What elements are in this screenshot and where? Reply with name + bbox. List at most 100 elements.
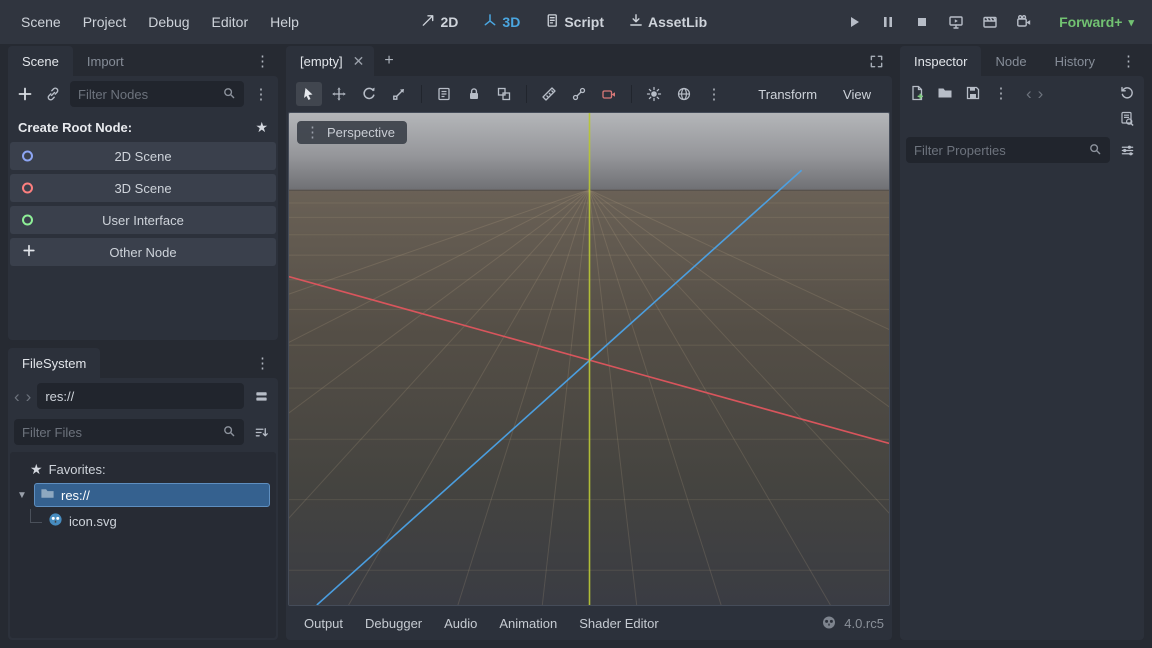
display-mode-toggle-icon[interactable] <box>250 385 272 407</box>
pause-button[interactable] <box>875 9 901 35</box>
filter-properties-input[interactable]: Filter Properties <box>906 137 1110 163</box>
ruler-tool-icon[interactable] <box>536 82 562 106</box>
inspector-docs-row <box>900 108 1144 132</box>
3d-scene-node-icon <box>22 183 33 194</box>
skeleton-bone-icon[interactable] <box>566 82 592 106</box>
sort-files-icon[interactable] <box>250 421 272 443</box>
scene-dock-menu-icon[interactable]: ⋮ <box>247 46 278 76</box>
scene-tree-menu-icon[interactable]: ⋮ <box>250 83 272 105</box>
scale-tool-button[interactable] <box>386 82 412 106</box>
sun-environment-menu-dots[interactable]: ⋮ <box>701 82 727 106</box>
search-icon <box>1088 142 1102 159</box>
bottom-tab-output[interactable]: Output <box>294 611 353 636</box>
menu-help[interactable]: Help <box>259 9 310 35</box>
bottom-panel-bar: Output Debugger Audio Animation Shader E… <box>286 606 892 640</box>
edit-back-icon[interactable]: ‹ <box>1026 85 1032 102</box>
version-info[interactable]: 4.0.rc5 <box>821 614 884 633</box>
bottom-tab-audio[interactable]: Audio <box>434 611 487 636</box>
favorites-star-icon: ★ <box>30 461 43 478</box>
favorites-row[interactable]: ★ Favorites: <box>12 456 274 482</box>
stop-button[interactable] <box>909 9 935 35</box>
play-button[interactable] <box>841 9 867 35</box>
resource-menu-dots-icon[interactable]: ⋮ <box>990 82 1012 104</box>
view-menu[interactable]: View <box>832 83 882 106</box>
load-resource-folder-icon[interactable] <box>934 82 956 104</box>
tab-inspector[interactable]: Inspector <box>900 46 981 76</box>
rotate-tool-button[interactable] <box>356 82 382 106</box>
menu-editor[interactable]: Editor <box>201 9 260 35</box>
inspector-dock-menu-icon[interactable]: ⋮ <box>1113 46 1144 76</box>
bottom-tab-shader-editor[interactable]: Shader Editor <box>569 611 669 636</box>
2d-scene-node-icon <box>22 151 33 162</box>
favorites-star-icon[interactable]: ★ <box>255 119 268 136</box>
history-forward-icon[interactable]: › <box>26 388 32 405</box>
scene-tab-empty[interactable]: [empty] ✕ <box>286 46 374 76</box>
new-resource-icon[interactable] <box>906 82 928 104</box>
filter-nodes-input[interactable]: Filter Nodes <box>70 81 244 107</box>
selected-folder-row[interactable]: res:// <box>34 483 270 507</box>
list-select-tool-button[interactable] <box>431 82 457 106</box>
object-history-icon[interactable] <box>1116 82 1138 104</box>
filter-files-input[interactable]: Filter Files <box>14 419 244 445</box>
filesystem-nav-row: ‹ › res:// <box>8 378 278 414</box>
new-scene-tab-button[interactable]: + <box>374 46 403 76</box>
workspace-assetlib-button[interactable]: AssetLib <box>619 8 716 36</box>
preview-environment-icon[interactable] <box>671 82 697 106</box>
camera-override-icon[interactable] <box>596 82 622 106</box>
perspective-menu-button[interactable]: ⋮ Perspective <box>297 121 407 144</box>
lock-icon[interactable] <box>461 82 487 106</box>
menu-project[interactable]: Project <box>72 9 138 35</box>
edit-forward-icon[interactable]: › <box>1038 85 1044 102</box>
expand-viewport-icon[interactable] <box>861 46 892 76</box>
3d-viewport[interactable]: ⋮ Perspective <box>288 112 890 606</box>
renderer-selector[interactable]: Forward+ ▾ <box>1051 10 1142 34</box>
tab-history[interactable]: History <box>1041 46 1109 76</box>
tab-filesystem[interactable]: FileSystem <box>8 348 100 378</box>
move-tool-button[interactable] <box>326 82 352 106</box>
workspace-switcher: 2D 3D Script AssetLib <box>412 0 717 44</box>
collapse-arrow-icon[interactable]: ▼ <box>16 490 28 501</box>
godot-logo-icon <box>821 614 837 633</box>
tree-item-icon-svg[interactable]: icon.svg <box>12 508 274 534</box>
menu-debug[interactable]: Debug <box>137 9 200 35</box>
current-path-field[interactable]: res:// <box>37 383 244 409</box>
movie-maker-button[interactable] <box>1011 9 1037 35</box>
create-2d-scene-button[interactable]: 2D Scene <box>10 142 276 170</box>
bottom-tab-debugger[interactable]: Debugger <box>355 611 432 636</box>
2d-icon <box>421 13 436 31</box>
preview-sun-icon[interactable] <box>641 82 667 106</box>
save-resource-icon[interactable] <box>962 82 984 104</box>
bottom-tab-animation[interactable]: Animation <box>489 611 567 636</box>
create-user-interface-button[interactable]: User Interface <box>10 206 276 234</box>
instance-scene-link-icon[interactable] <box>42 83 64 105</box>
tab-import[interactable]: Import <box>73 46 138 76</box>
plus-icon <box>22 244 36 261</box>
search-docs-icon[interactable] <box>1116 108 1138 130</box>
workspace-script-button[interactable]: Script <box>535 8 613 36</box>
create-3d-scene-button[interactable]: 3D Scene <box>10 174 276 202</box>
create-other-node-button[interactable]: Other Node <box>10 238 276 266</box>
chevron-down-icon: ▾ <box>1128 16 1134 29</box>
select-tool-button[interactable] <box>296 82 322 106</box>
history-back-icon[interactable]: ‹ <box>14 388 20 405</box>
close-icon[interactable]: ✕ <box>353 53 365 70</box>
godot-file-icon <box>48 512 63 530</box>
transform-menu[interactable]: Transform <box>747 83 828 106</box>
play-custom-scene-button[interactable] <box>977 9 1003 35</box>
tab-scene[interactable]: Scene <box>8 46 73 76</box>
scene-tabs: [empty] ✕ + <box>286 46 892 76</box>
tab-node[interactable]: Node <box>981 46 1040 76</box>
viewport-column: [empty] ✕ + <box>286 46 892 640</box>
3d-scene-render <box>289 113 889 605</box>
filesystem-dock-menu-icon[interactable]: ⋮ <box>247 348 278 378</box>
workspace-3d-button[interactable]: 3D <box>473 8 529 36</box>
play-scene-button[interactable] <box>943 9 969 35</box>
menu-scene[interactable]: Scene <box>10 9 72 35</box>
add-node-button[interactable] <box>14 83 36 105</box>
property-tune-icon[interactable] <box>1116 139 1138 161</box>
tree-item-res-root[interactable]: ▼ res:// <box>12 482 274 508</box>
workspace-2d-button[interactable]: 2D <box>412 8 468 36</box>
group-icon[interactable] <box>491 82 517 106</box>
scene-dock: Scene Import ⋮ Filter Nodes <box>8 46 278 340</box>
scene-dock-panel: Filter Nodes ⋮ Create Root Node: ★ <box>8 76 278 340</box>
